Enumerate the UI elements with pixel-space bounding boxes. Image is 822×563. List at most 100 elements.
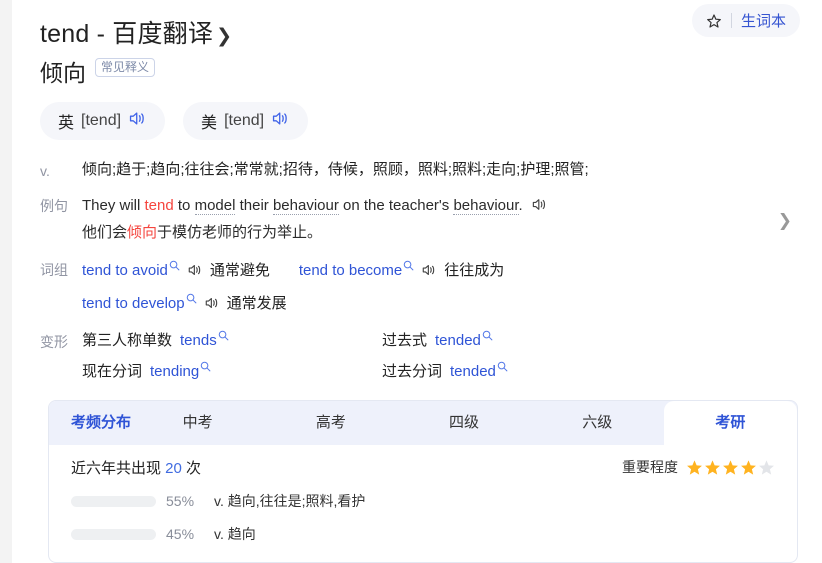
example-next-chevron-icon[interactable]: ❯ [778, 211, 792, 231]
common-meaning-badge: 常见释义 [95, 57, 156, 77]
progress-percent: 45% [166, 526, 195, 542]
frequency-count: 20 [165, 460, 182, 477]
primary-meaning-row: 倾向 常见释义 [12, 54, 822, 88]
pronunciation-us[interactable]: 美 [tend] [183, 102, 309, 140]
example-sentence-zh: 他们会倾向于模仿老师的行为举止。 [82, 220, 822, 245]
phrases-section: 词组 tend to avoid 通常避免 tend to become 往往成… [12, 257, 822, 317]
frequency-panel-body: 近六年共出现 20 次 重要程度 55% v. 趋向,往往是;照料,看护 45% [49, 445, 797, 562]
speaker-icon[interactable] [128, 110, 147, 132]
search-icon[interactable] [497, 359, 508, 376]
ex-keyword: tend [144, 197, 174, 214]
phrase-item[interactable]: tend to develop 通常发展 [82, 290, 287, 317]
form-cell: 过去式 tended [382, 329, 822, 353]
frequency-panel: 考频分布 中考 高考 四级 六级 考研 近六年共出现 20 次 重要程度 55%… [48, 400, 798, 563]
phrase-translation: 通常发展 [226, 295, 287, 312]
definition-section: v. 倾向;趋于;趋向;往往会;常常就;招待，侍候，照顾，照料;照料;走向;护理… [12, 158, 822, 183]
phrase-translation: 往往成为 [444, 262, 505, 279]
ex-zh-part-2: 于模仿老师的行为举止。 [157, 224, 323, 241]
search-icon[interactable] [200, 359, 211, 376]
form-value[interactable]: tended [450, 363, 496, 380]
phrase-text[interactable]: tend to become [299, 257, 402, 284]
pronunciation-uk-label: 英 [58, 115, 75, 132]
phrase-text[interactable]: tend to avoid [82, 257, 168, 284]
frequency-tabs: 考频分布 中考 高考 四级 六级 考研 [49, 401, 797, 445]
ex-underline-2[interactable]: behaviour [272, 197, 339, 215]
frequency-prefix: 近六年共出现 [71, 460, 166, 477]
header: tend - 百度翻译 ❯ 生词本 [12, 0, 822, 48]
tab-gaokao[interactable]: 高考 [264, 401, 397, 445]
ex-part-1: They will [82, 197, 145, 214]
tab-cet6[interactable]: 六级 [531, 401, 664, 445]
vocabulary-book-button[interactable]: 生词本 [691, 4, 800, 37]
phrases-body: tend to avoid 通常避免 tend to become 往往成为 t… [82, 257, 822, 317]
progress-meaning: v. 趋向,往往是;照料,看护 [214, 493, 366, 509]
pronunciation-us-label: 美 [201, 115, 218, 132]
phrases-line-1: tend to avoid 通常避免 tend to become 往往成为 [82, 257, 822, 284]
part-of-speech-label: v. [40, 163, 50, 179]
page-root: tend - 百度翻译 ❯ 生词本 倾向 常见释义 英 [tend] 美 [te… [0, 0, 822, 563]
star-icon [706, 13, 722, 29]
search-icon[interactable] [169, 253, 180, 280]
pronunciation-us-phonetic: [tend] [224, 112, 265, 129]
speaker-icon[interactable] [531, 195, 548, 220]
ex-underline-3[interactable]: behaviour [453, 197, 519, 215]
speaker-icon[interactable] [187, 259, 203, 286]
tab-cet4[interactable]: 四级 [397, 401, 530, 445]
primary-meaning: 倾向 [40, 60, 86, 86]
speaker-icon[interactable] [271, 110, 290, 132]
ex-part-4: on the teacher's [338, 197, 454, 214]
search-icon[interactable] [482, 328, 493, 345]
progress-track [71, 495, 156, 507]
progress-track [71, 528, 156, 540]
star-icon [741, 459, 756, 475]
star-icon [687, 459, 702, 475]
importance-label: 重要程度 [622, 459, 678, 475]
frequency-panel-title: 考频分布 [71, 414, 132, 431]
dictionary-card: tend - 百度翻译 ❯ 生词本 倾向 常见释义 英 [tend] 美 [te… [12, 0, 822, 563]
button-divider [730, 13, 732, 28]
frequency-suffix: 次 [181, 460, 202, 477]
title-chevron-right-icon[interactable]: ❯ [216, 27, 232, 46]
page-title: tend - 百度翻译 [40, 20, 214, 48]
speaker-icon[interactable] [421, 259, 437, 286]
form-value[interactable]: tended [435, 332, 481, 349]
tab-zhongkao[interactable]: 中考 [131, 401, 264, 445]
pronunciation-uk-phonetic: [tend] [81, 112, 122, 129]
ex-part-2: to [173, 197, 195, 214]
ex-part-3: their [235, 197, 273, 214]
search-icon[interactable] [403, 253, 414, 280]
form-key: 第三人称单数 [82, 332, 173, 349]
form-key: 过去式 [382, 332, 428, 349]
star-icon [723, 459, 738, 475]
phrase-text[interactable]: tend to develop [82, 290, 185, 317]
ex-underline-1[interactable]: model [194, 197, 236, 215]
definition-text: 倾向;趋于;趋向;往往会;常常就;招待，侍候，照顾，照料;照料;走向;护理;照管… [82, 161, 589, 178]
forms-section: 变形 第三人称单数 tends 过去式 tended 现在分词 tending 过去分… [12, 329, 822, 384]
pronunciation-uk[interactable]: 英 [tend] [40, 102, 166, 140]
search-icon[interactable] [218, 328, 229, 345]
search-icon[interactable] [186, 286, 197, 313]
form-value[interactable]: tends [180, 332, 217, 349]
forms-grid: 第三人称单数 tends 过去式 tended 现在分词 tending 过去分词 te… [82, 329, 822, 384]
example-label: 例句 [40, 198, 68, 214]
example-sentence-en: They will tend to model their behaviour … [82, 193, 822, 218]
progress-meaning: v. 趋向 [214, 526, 256, 542]
form-cell: 现在分词 tending [82, 360, 382, 384]
vocabulary-book-label: 生词本 [740, 13, 786, 30]
ex-zh-part-1: 他们会 [82, 224, 128, 241]
speaker-icon[interactable] [204, 292, 220, 319]
frequency-bar-row: 45% v. 趋向 [71, 524, 775, 544]
phrase-translation: 通常避免 [209, 262, 270, 279]
star-icon [705, 459, 720, 475]
example-section: 例句 They will tend to model their behavio… [12, 193, 822, 245]
progress-percent: 55% [166, 493, 195, 509]
star-rating [686, 459, 775, 476]
form-value[interactable]: tending [150, 363, 199, 380]
phrase-item[interactable]: tend to become 往往成为 [299, 257, 504, 284]
star-icon-empty [759, 459, 774, 475]
example-body: They will tend to model their behaviour … [82, 193, 822, 245]
form-cell: 过去分词 tended [382, 360, 822, 384]
tab-kaoyan[interactable]: 考研 [663, 401, 797, 445]
phrase-item[interactable]: tend to avoid 通常避免 [82, 257, 270, 284]
pronunciation-row: 英 [tend] 美 [tend] [12, 102, 822, 140]
